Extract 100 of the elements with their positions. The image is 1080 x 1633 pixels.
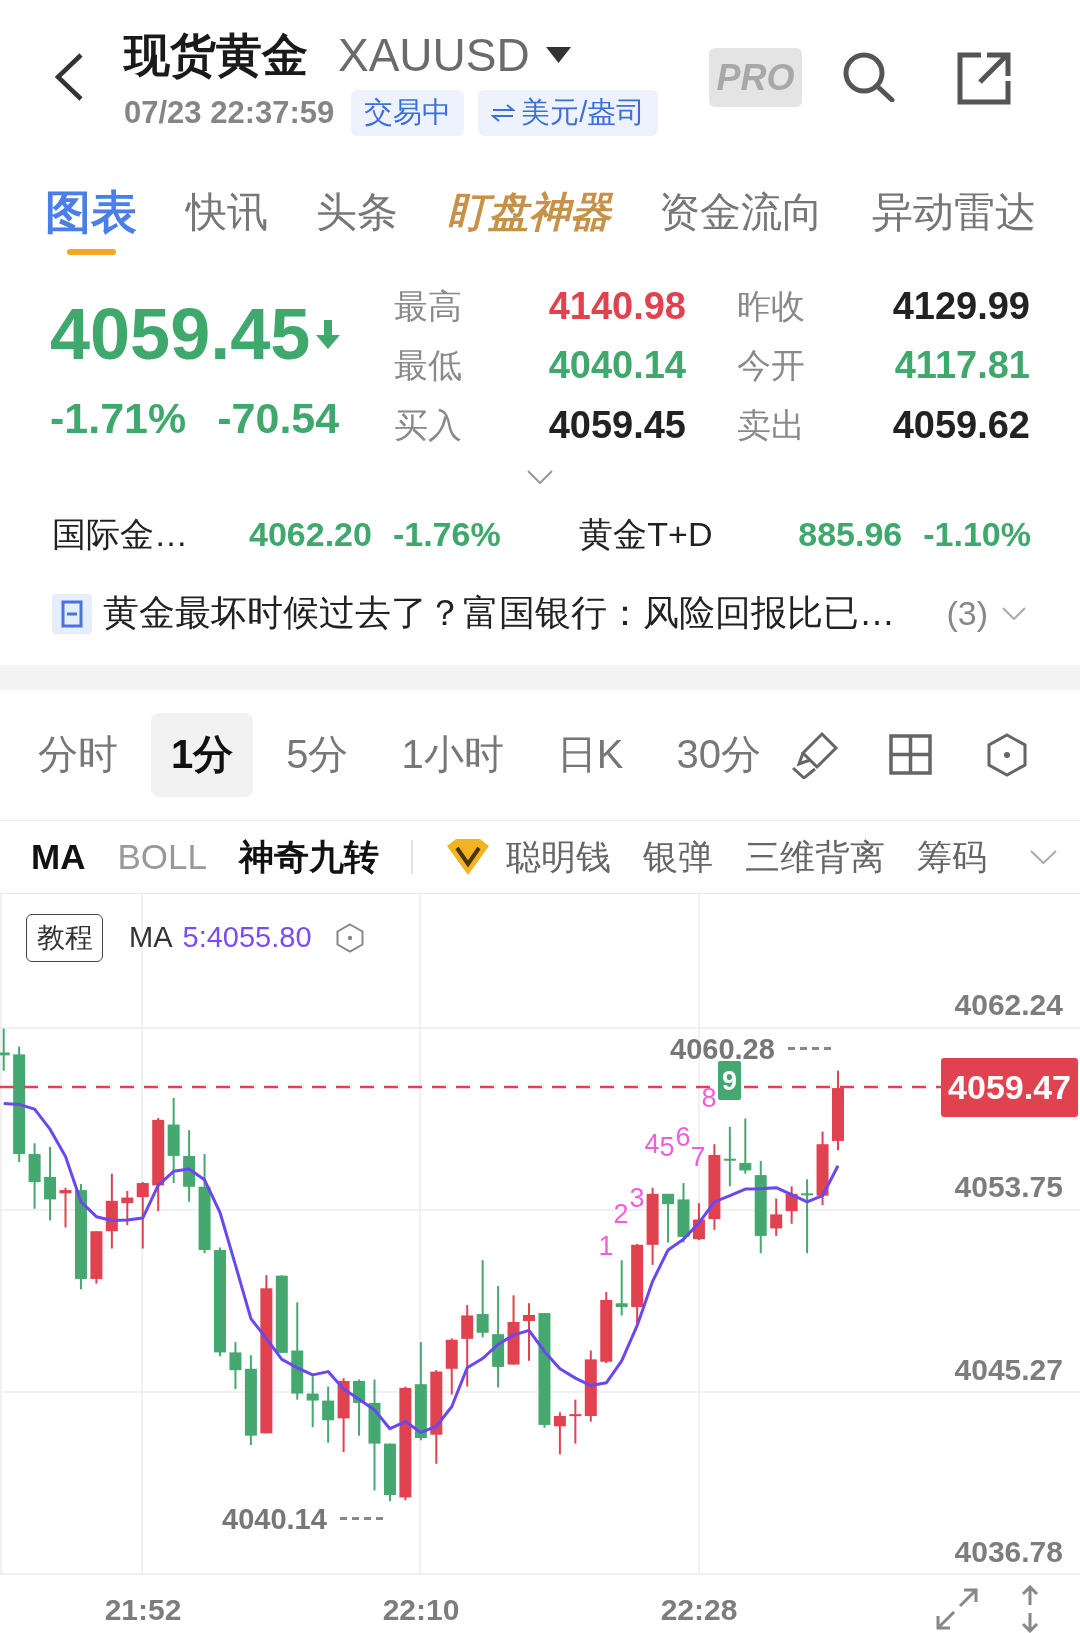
rising-candle	[445, 1336, 458, 1395]
period-tab[interactable]: 1分	[151, 712, 254, 797]
ma-label: MA	[129, 921, 173, 954]
indicator-tab[interactable]: 筹码	[916, 835, 987, 878]
sequence-number: 8	[701, 1082, 717, 1113]
tab[interactable]: 快讯	[185, 189, 268, 235]
stat-value: 4117.81	[893, 343, 1030, 388]
caret-down-icon	[545, 47, 571, 63]
unit-switch-button[interactable]: 美元/盎司	[478, 90, 659, 136]
search-icon[interactable]	[842, 52, 895, 102]
price-axis-label: 4036.78	[954, 1534, 1063, 1570]
sequence-number: 3	[629, 1182, 645, 1213]
change-percent: -1.71%	[50, 393, 187, 443]
falling-candle	[615, 1258, 628, 1316]
related-price: 885.96	[798, 515, 903, 554]
indicator-tab[interactable]: MA	[31, 835, 86, 878]
sequence-number: 5	[659, 1131, 675, 1162]
news-icon	[52, 593, 92, 634]
low-price-label: 4040.14	[222, 1501, 327, 1537]
symbol-dropdown[interactable]: XAUUSD	[338, 28, 571, 82]
falling-candle	[322, 1385, 335, 1444]
stat-label: 昨收	[737, 285, 806, 326]
stat-value: 4059.45	[547, 402, 686, 447]
falling-candle	[28, 1141, 41, 1210]
period-tab[interactable]: 日K	[536, 712, 644, 797]
stat-label: 今开	[737, 345, 806, 386]
share-icon[interactable]	[957, 52, 1011, 105]
tab-indicator	[66, 249, 116, 255]
news-count: (3)	[946, 594, 988, 633]
falling-candle	[306, 1374, 319, 1428]
rising-candle	[59, 1186, 72, 1228]
change-amount: -70.54	[217, 393, 340, 443]
stat-value: 4140.98	[547, 283, 686, 328]
sequence-number: 1	[598, 1230, 614, 1261]
falling-candle	[662, 1192, 675, 1243]
quote-time: 07/23 22:37:59	[124, 95, 335, 131]
falling-candle	[353, 1378, 366, 1437]
leader-line	[787, 1047, 832, 1050]
period-tab[interactable]: 1小时	[381, 712, 524, 797]
tab[interactable]: 异动雷达	[871, 189, 1036, 235]
period-tab[interactable]: 30分	[656, 712, 781, 797]
rising-candle	[90, 1229, 103, 1285]
swap-icon	[491, 104, 516, 122]
indicator-tab[interactable]: 三维背离	[744, 835, 885, 878]
status-badge: 交易中	[351, 90, 465, 136]
related-price: 4062.20	[249, 515, 372, 554]
rising-candle	[121, 1189, 134, 1226]
time-axis-label: 22:28	[659, 1591, 739, 1628]
related-name[interactable]: 国际金…	[52, 511, 249, 558]
expand-icon[interactable]	[936, 1587, 978, 1630]
indicator-tab[interactable]: 聪明钱	[505, 835, 611, 878]
falling-candle	[739, 1117, 752, 1175]
sequence-badge: 9	[718, 1060, 741, 1100]
chevron-down-icon[interactable]	[527, 469, 553, 484]
falling-candle	[677, 1181, 690, 1243]
related-change: -1.10%	[923, 515, 1031, 554]
tab[interactable]: 图表	[45, 189, 137, 255]
indicator-tab[interactable]: 银弹	[642, 835, 713, 878]
period-tab[interactable]: 分时	[18, 712, 138, 797]
related-name[interactable]: 黄金T+D	[579, 511, 799, 558]
stat-value: 4040.14	[547, 343, 686, 388]
leader-line	[339, 1517, 384, 1520]
hexagon-icon[interactable]	[335, 922, 364, 953]
pen-icon[interactable]	[790, 730, 839, 779]
rising-candle	[569, 1398, 582, 1445]
ma-value: 5:4055.80	[182, 921, 312, 954]
tab[interactable]: 资金流向	[659, 189, 824, 235]
related-change: -1.76%	[392, 515, 501, 554]
rising-candle	[136, 1180, 149, 1250]
price-axis-label: 4062.24	[954, 986, 1063, 1023]
tutorial-button[interactable]: 教程	[26, 913, 103, 962]
price-axis-label: 4053.75	[954, 1169, 1063, 1205]
falling-candle	[0, 1027, 10, 1072]
period-tab[interactable]: 5分	[266, 712, 369, 797]
sequence-number: 4	[644, 1128, 660, 1159]
tab[interactable]: 头条	[316, 189, 399, 235]
stat-label: 最低	[394, 345, 463, 386]
rising-candle	[770, 1197, 783, 1237]
falling-candle	[723, 1125, 736, 1187]
up-down-arrows-icon[interactable]	[1020, 1584, 1040, 1633]
price-axis-label: 4045.27	[954, 1351, 1063, 1388]
grid-icon[interactable]	[888, 734, 932, 775]
price-text: 4059.45	[50, 293, 311, 375]
rising-candle	[692, 1201, 705, 1241]
indicator-tab[interactable]: 神奇九转	[238, 835, 379, 878]
falling-candle	[383, 1442, 396, 1502]
falling-candle	[229, 1340, 242, 1390]
indicator-tab[interactable]: BOLL	[117, 835, 207, 878]
rising-candle	[785, 1184, 798, 1225]
sequence-number: 6	[675, 1121, 691, 1152]
current-price-label: 4059.47	[941, 1057, 1078, 1117]
rising-candle	[523, 1301, 535, 1362]
sequence-number: 2	[613, 1198, 629, 1229]
stat-value: 4059.62	[891, 402, 1030, 447]
stat-label: 最高	[394, 285, 463, 326]
rising-candle	[553, 1410, 566, 1455]
stat-value: 4129.99	[891, 283, 1030, 328]
time-axis-label: 22:10	[381, 1591, 461, 1628]
news-headline[interactable]: 黄金最坏时候过去了？富国银行：风险回报比已…	[103, 589, 895, 638]
sequence-number: 7	[690, 1141, 706, 1172]
